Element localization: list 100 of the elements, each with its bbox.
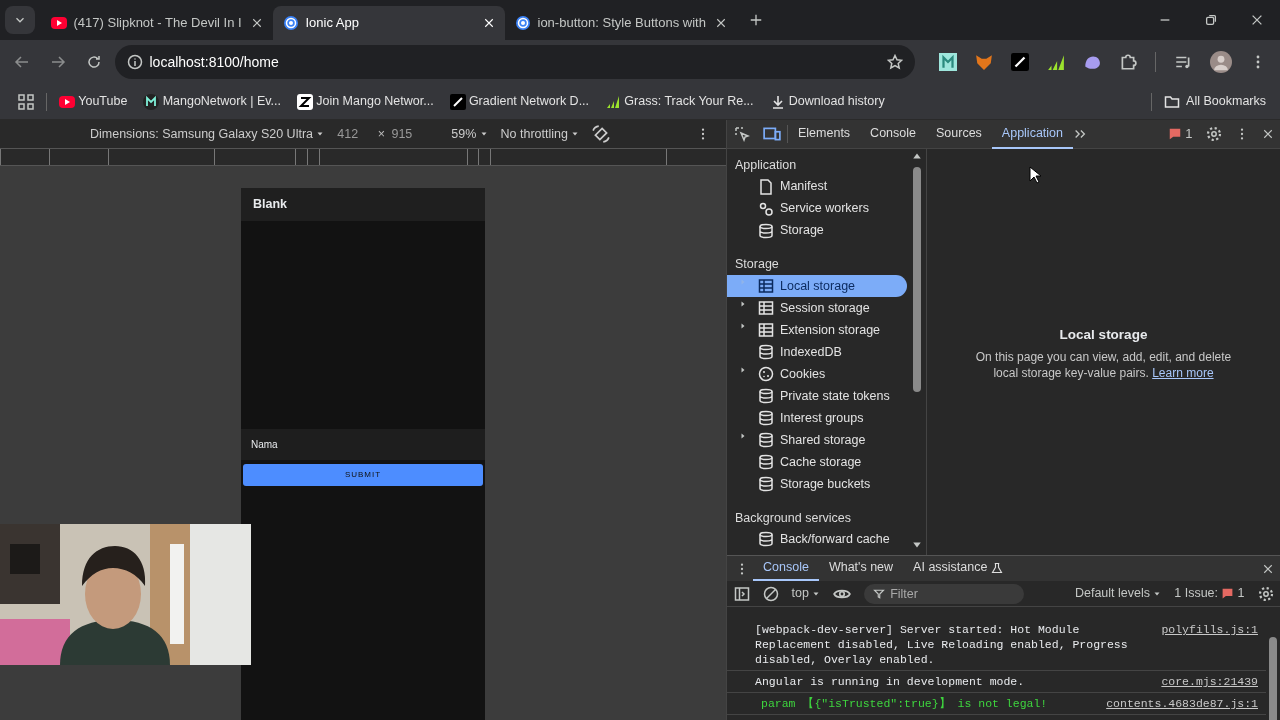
filter-field[interactable]: Filter — [864, 583, 1025, 604]
empty-state-description: On this page you can view, add, edit, and delete local storage key-value pairs. Learn more — [974, 349, 1233, 382]
page-title: Blank — [253, 196, 288, 214]
issues-counter[interactable]: 1 — [1168, 124, 1193, 144]
sidebar-item[interactable]: Back/forward cache — [727, 528, 907, 551]
play-icon — [51, 15, 67, 31]
address-bar[interactable]: localhost:8100/home — [115, 45, 915, 79]
throttling-dropdown[interactable]: No throttling — [500, 124, 580, 144]
new-tab-icon[interactable] — [749, 13, 763, 27]
apps-icon[interactable] — [18, 93, 34, 110]
fox-icon[interactable] — [975, 53, 993, 71]
source-link[interactable]: contents.4683de87.js:1 — [1106, 696, 1258, 711]
device-toggle-icon[interactable] — [762, 125, 781, 143]
sidebar-item[interactable]: Storage — [727, 219, 907, 242]
height-field[interactable]: 915 — [391, 124, 413, 144]
devtools-tab[interactable]: Application — [991, 119, 1073, 149]
context-dropdown[interactable]: top — [791, 584, 821, 603]
width-field[interactable]: 412 — [337, 124, 359, 144]
sidebar-item[interactable]: Cookies — [727, 363, 907, 385]
bookmark[interactable]: Download history — [769, 92, 885, 111]
back-icon[interactable] — [14, 54, 30, 70]
database-icon — [757, 531, 774, 548]
settings-icon[interactable] — [1205, 126, 1222, 142]
settings-icon[interactable] — [1257, 585, 1274, 602]
close-drawer-icon[interactable] — [1261, 562, 1274, 575]
folder-icon — [1163, 93, 1180, 110]
bars-icon[interactable] — [1047, 53, 1065, 71]
close-tab-icon[interactable] — [715, 17, 727, 29]
sidebar-item[interactable]: Shared storage — [727, 429, 907, 451]
browser-tab[interactable]: Ionic App — [273, 6, 505, 40]
puzzle-icon[interactable] — [1119, 53, 1137, 71]
bookmark[interactable]: Join Mango Networ... — [296, 92, 434, 111]
scroll-down-icon[interactable] — [912, 540, 922, 550]
bookmark[interactable]: Gradient Network D... — [449, 92, 590, 111]
sidebar-toggle-icon[interactable] — [733, 585, 750, 602]
levels-dropdown[interactable]: Default levels — [1074, 584, 1162, 603]
sidebar-item[interactable]: Manifest — [727, 175, 907, 198]
close-devtools-icon[interactable] — [1261, 128, 1274, 140]
section-heading: Application — [735, 158, 797, 172]
expand-arrow-icon[interactable] — [739, 432, 747, 440]
drawer-tab[interactable]: Console — [753, 556, 819, 581]
drawer-tab[interactable]: AI assistance — [903, 556, 1013, 581]
ghost-icon[interactable] — [1083, 53, 1101, 71]
bookmark[interactable]: MangoNetwork | Ev... — [143, 92, 281, 111]
console-message: Angular is running in development mode. — [755, 674, 1026, 689]
site-icon — [449, 93, 466, 110]
sidebar-item[interactable]: Private state tokens — [727, 385, 907, 407]
sidebar-item[interactable]: Service workers — [727, 197, 907, 220]
times-sign: × — [377, 125, 385, 143]
issues-counter[interactable]: 1 Issue: 1 — [1174, 584, 1245, 603]
extension-icon[interactable] — [1011, 53, 1029, 71]
source-link[interactable]: core.mjs:21439 — [1161, 674, 1258, 689]
sidebar-item[interactable]: Storage buckets — [727, 473, 907, 495]
database-icon — [757, 454, 774, 470]
bookmark[interactable]: Grass: Track Your Re... — [605, 92, 754, 111]
browser-tab[interactable]: (417) Slipknot - The Devil In I — [41, 6, 273, 40]
bookmark-star-icon[interactable] — [887, 54, 903, 70]
avatar-icon[interactable] — [1210, 51, 1232, 73]
clear-icon[interactable] — [762, 585, 779, 602]
caret-icon — [571, 130, 580, 138]
close-window-icon[interactable] — [1250, 13, 1264, 27]
message-icon — [1221, 587, 1235, 600]
expand-arrow-icon[interactable] — [739, 300, 747, 308]
sidebar-item[interactable]: IndexedDB — [727, 341, 907, 363]
scrollbar-thumb[interactable] — [913, 167, 921, 392]
database-icon — [757, 388, 774, 404]
close-tab-icon[interactable] — [251, 17, 263, 29]
table-icon — [757, 322, 774, 338]
forward-icon[interactable] — [50, 54, 66, 70]
file-icon — [757, 178, 774, 195]
site-icon — [296, 93, 313, 110]
more-tabs-icon[interactable] — [1073, 127, 1087, 141]
device-dropdown[interactable]: Dimensions: Samsung Galaxy S20 Ultra — [90, 124, 325, 144]
database-icon — [757, 432, 774, 448]
expand-arrow-icon[interactable] — [739, 366, 747, 374]
sidebar-item[interactable]: Interest groups — [727, 407, 907, 429]
source-link[interactable]: polyfills.js:1 — [1161, 622, 1258, 637]
devtools-tab[interactable]: Elements — [788, 119, 861, 149]
restore-icon[interactable] — [1204, 13, 1218, 27]
devtools-tab[interactable]: Sources — [926, 119, 992, 149]
sidebar-item[interactable]: Extension storage — [727, 319, 907, 341]
learn-more-link[interactable]: Learn more — [1152, 366, 1214, 381]
devtools-tab[interactable]: Console — [860, 119, 926, 149]
scroll-up-icon[interactable] — [912, 151, 922, 161]
rotate-icon[interactable] — [592, 125, 611, 143]
database-icon — [757, 344, 774, 360]
sidebar-item[interactable]: Session storage — [727, 297, 907, 319]
tab-search-button[interactable] — [5, 6, 35, 34]
submit-button[interactable]: SUBMIT — [243, 464, 483, 486]
bookmark-folder[interactable]: All Bookmarks — [1163, 92, 1266, 111]
browser-tab[interactable]: ion-button: Style Buttons with — [505, 6, 737, 40]
reload-icon[interactable] — [86, 54, 102, 70]
sidebar-item[interactable]: Local storage — [727, 275, 907, 297]
scrollbar-thumb[interactable] — [1269, 637, 1277, 720]
drawer-tab[interactable]: What's new — [818, 556, 904, 581]
inspect-icon[interactable] — [733, 126, 750, 142]
expand-arrow-icon[interactable] — [739, 322, 747, 330]
zoom-dropdown[interactable]: 59% — [451, 124, 488, 144]
sidebar-item[interactable]: Cache storage — [727, 451, 907, 473]
bookmark[interactable]: YouTube — [59, 92, 128, 111]
